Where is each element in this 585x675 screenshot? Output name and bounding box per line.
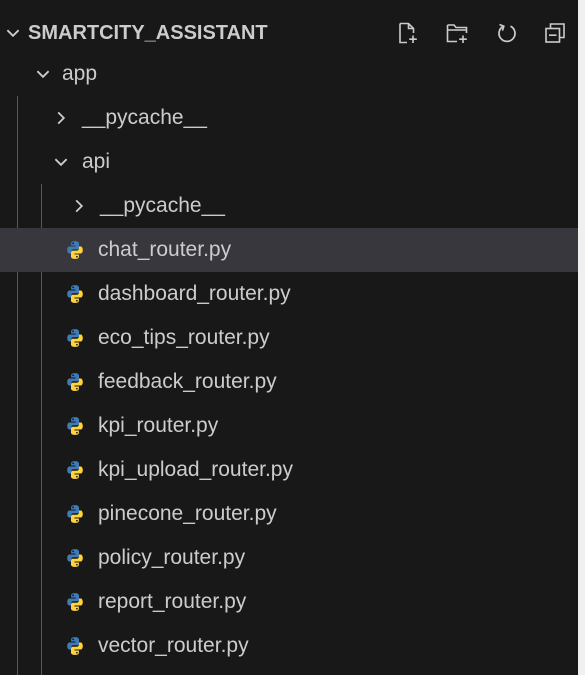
python-file-icon: [67, 461, 83, 479]
collapse-all-button[interactable]: [540, 18, 570, 48]
explorer-panel: SMARTCITY_ASSISTANT app __pycache__ api …: [0, 0, 578, 675]
folder-label: api: [82, 150, 111, 173]
tree-file-feedback-router[interactable]: feedback_router.py: [0, 360, 578, 404]
new-file-button[interactable]: [392, 18, 422, 48]
tree-file-kpi-upload-router[interactable]: kpi_upload_router.py: [0, 448, 578, 492]
file-label: chat_router.py: [98, 238, 232, 261]
python-file-icon: [67, 637, 83, 655]
folder-label: __pycache__: [82, 106, 207, 129]
file-label: dashboard_router.py: [98, 282, 291, 305]
file-label: policy_router.py: [98, 546, 246, 569]
chevron-down-icon[interactable]: [4, 24, 22, 42]
tree-file-chat-router[interactable]: chat_router.py: [0, 228, 578, 272]
collapse-all-icon: [545, 23, 565, 43]
python-file-icon: [67, 417, 83, 435]
python-file-icon: [67, 285, 83, 303]
file-label: eco_tips_router.py: [98, 326, 270, 349]
tree-file-vector-router[interactable]: vector_router.py: [0, 624, 578, 668]
python-file-icon: [67, 593, 83, 611]
explorer-title: SMARTCITY_ASSISTANT: [28, 22, 268, 44]
file-label: kpi_router.py: [98, 414, 219, 437]
file-label: vector_router.py: [98, 634, 249, 657]
tree-file-report-router[interactable]: report_router.py: [0, 580, 578, 624]
chevron-right-icon: [75, 199, 84, 213]
tree-folder-api-pycache[interactable]: __pycache__: [0, 184, 578, 228]
chevron-down-icon: [36, 70, 50, 79]
refresh-button[interactable]: [492, 18, 522, 48]
refresh-icon: [498, 23, 516, 43]
file-label: report_router.py: [98, 590, 247, 613]
tree-file-dashboard-router[interactable]: dashboard_router.py: [0, 272, 578, 316]
file-label: pinecone_router.py: [98, 502, 277, 525]
file-label: feedback_router.py: [98, 370, 277, 393]
tree-file-kpi-router[interactable]: kpi_router.py: [0, 404, 578, 448]
chevron-right-icon: [57, 111, 66, 125]
new-file-icon: [399, 22, 417, 44]
new-folder-icon: [446, 24, 468, 43]
python-file-icon: [67, 505, 83, 523]
python-file-icon: [67, 373, 83, 391]
new-folder-button[interactable]: [442, 18, 472, 48]
tree-file-eco-tips-router[interactable]: eco_tips_router.py: [0, 316, 578, 360]
tree-folder-app[interactable]: app: [0, 52, 578, 96]
chevron-down-icon: [54, 158, 68, 167]
folder-label: app: [62, 62, 98, 85]
python-file-icon: [67, 241, 83, 259]
folder-label: __pycache__: [100, 194, 225, 217]
file-label: kpi_upload_router.py: [98, 458, 293, 481]
tree-folder-api[interactable]: api: [0, 140, 578, 184]
tree-file-pinecone-router[interactable]: pinecone_router.py: [0, 492, 578, 536]
tree-file-policy-router[interactable]: policy_router.py: [0, 536, 578, 580]
python-file-icon: [67, 329, 83, 347]
python-file-icon: [67, 549, 83, 567]
tree-folder-pycache[interactable]: __pycache__: [0, 96, 578, 140]
